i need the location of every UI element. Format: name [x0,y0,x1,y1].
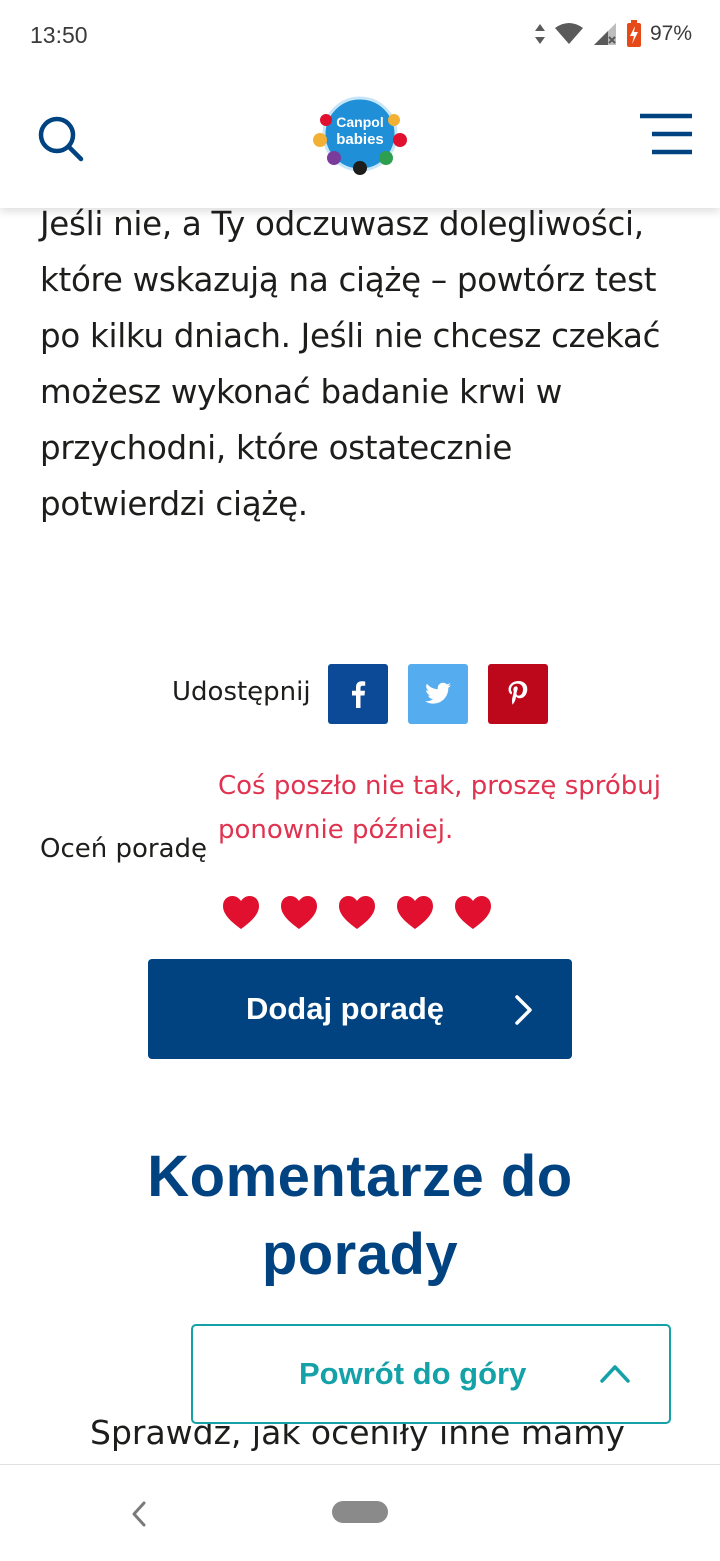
data-arrows-icon [534,24,545,44]
status-icons: 97% [534,20,692,48]
logo-text-babies: babies [336,131,384,148]
article-line: potwierdzi ciążę. [40,485,308,523]
back-to-top-label: Powrót do góry [299,1356,527,1391]
facebook-icon [352,681,366,708]
site-header: Canpol babies [0,72,720,208]
article-line: przychodni, które ostatecznie [40,429,513,467]
system-navigation-bar [0,1464,720,1561]
battery-percentage: 97% [649,22,692,45]
twitter-share-button[interactable] [408,664,468,724]
back-to-top-button[interactable]: Powrót do góry [191,1324,671,1424]
nav-back-icon[interactable] [126,1499,150,1529]
status-time: 13:50 [30,22,88,48]
heart-icon[interactable] [280,895,318,931]
heart-icon[interactable] [222,895,260,931]
article-line: po kilku dniach. Jeśli nie chcesz czekać [40,317,661,355]
twitter-icon [425,682,451,704]
chevron-up-icon [600,1365,630,1383]
pinterest-icon [508,681,528,705]
rating-hearts [222,895,492,931]
search-icon[interactable] [36,114,86,164]
canpol-babies-logo[interactable]: Canpol babies [300,94,420,186]
rating-error-message: Coś poszło nie tak, proszę spróbuj ponow… [218,771,661,845]
facebook-share-button[interactable] [328,664,388,724]
pinterest-share-button[interactable] [488,664,548,724]
logo-text-canpol: Canpol [336,114,383,130]
share-label: Udostępnij [172,677,311,707]
add-tip-button-label: Dodaj poradę [245,991,445,1026]
article-line: które wskazują na ciążę – powtórz test [40,261,657,299]
chevron-right-icon [515,995,532,1025]
menu-icon[interactable] [638,112,694,156]
wifi-icon [554,23,583,44]
heart-icon[interactable] [338,895,376,931]
article-line: możesz wykonać badanie krwi w [40,373,563,411]
article-paragraph: Jeśli nie, a Ty odczuwasz dolegliwości, … [40,196,690,532]
battery-charging-icon [626,20,641,47]
comments-heading: Komentarze do porady [147,1144,573,1287]
status-bar: 13:50 97% [0,0,720,72]
rate-tip-label: Oceń poradę [40,834,208,864]
heart-icon[interactable] [454,895,492,931]
nav-home-pill[interactable] [332,1501,388,1523]
signal-icon [593,23,616,45]
heart-icon[interactable] [396,895,434,931]
add-tip-button[interactable]: Dodaj poradę [148,959,572,1059]
